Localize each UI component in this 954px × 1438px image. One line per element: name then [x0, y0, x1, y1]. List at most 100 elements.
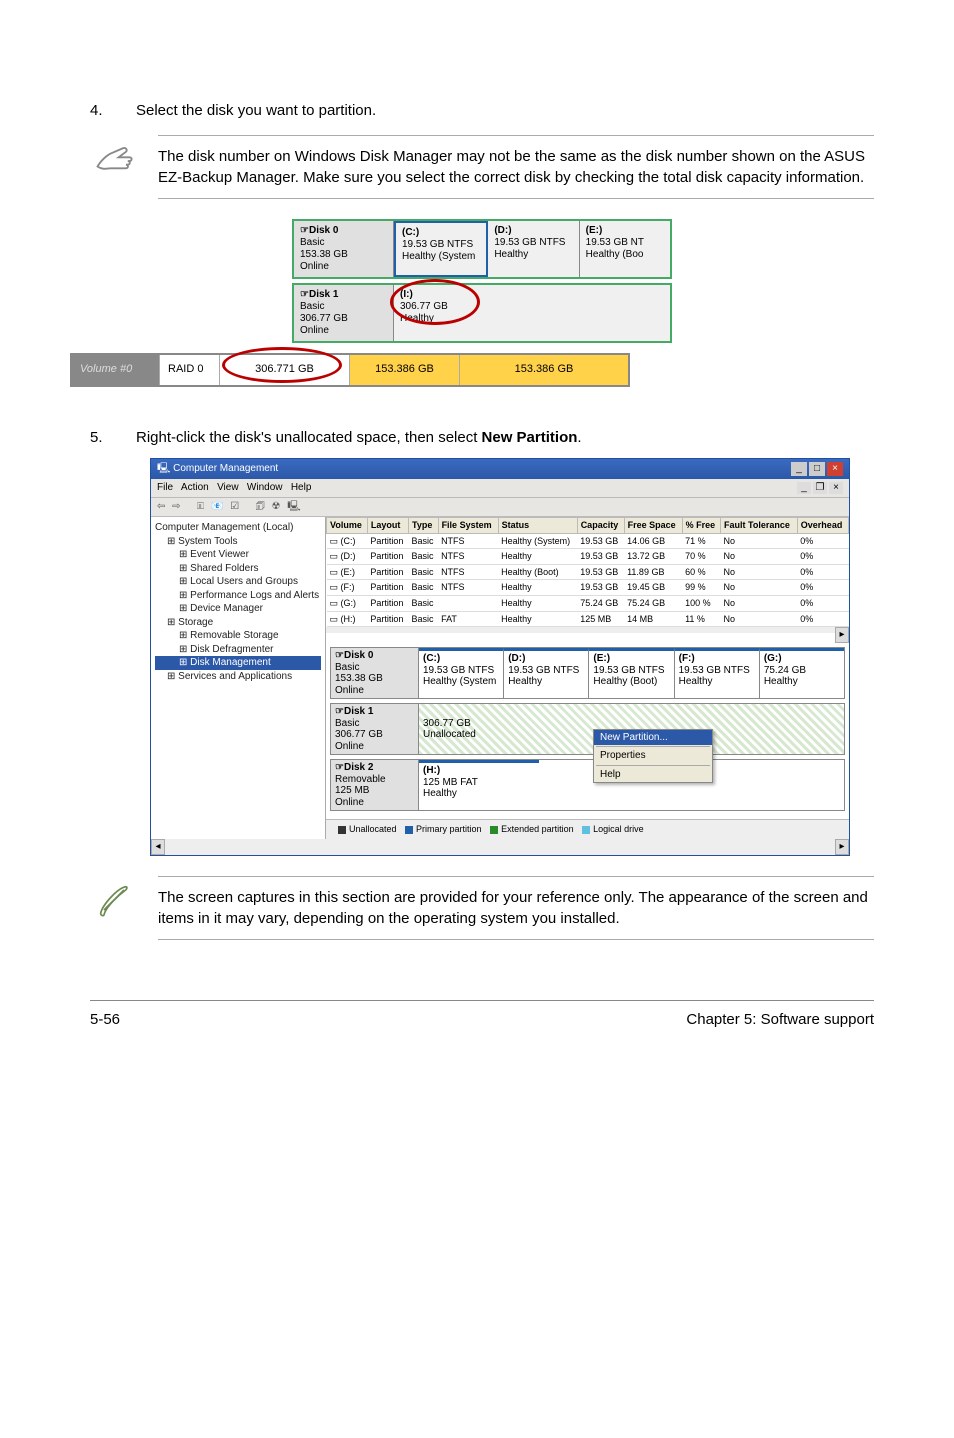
table-cell: 11.89 GB: [624, 564, 682, 580]
tree-item[interactable]: ⊞ Disk Management: [155, 656, 321, 670]
table-cell: No: [721, 549, 798, 565]
raid-bar: Volume #0 RAID 0 306.771 GB 153.386 GB 1…: [70, 353, 630, 387]
table-cell: NTFS: [438, 533, 498, 549]
table-col[interactable]: Free Space: [624, 518, 682, 534]
table-col[interactable]: Status: [498, 518, 577, 534]
table-cell: ▭ (C:): [327, 533, 368, 549]
close-button[interactable]: ×: [827, 462, 843, 476]
partition-status: Healthy: [494, 249, 528, 260]
mdi-restore-button[interactable]: ❐: [813, 482, 827, 494]
tree-item[interactable]: ⊞ Removable Storage: [155, 629, 321, 643]
disk-size: 153.38 GB: [300, 249, 348, 260]
table-cell: No: [721, 564, 798, 580]
partition-d[interactable]: (D:) 19.53 GB NTFS Healthy: [488, 221, 579, 277]
table-col[interactable]: Type: [409, 518, 439, 534]
minimize-button[interactable]: _: [791, 462, 807, 476]
table-col[interactable]: % Free: [682, 518, 720, 534]
step-4: 4. Select the disk you want to partition…: [90, 100, 874, 121]
menu-file[interactable]: File: [157, 482, 173, 493]
nav-tree[interactable]: Computer Management (Local)⊞ System Tool…: [151, 517, 326, 839]
partition-c[interactable]: (C:) 19.53 GB NTFS Healthy (System: [394, 221, 488, 277]
table-row[interactable]: ▭ (F:)PartitionBasicNTFSHealthy19.53 GB1…: [327, 580, 849, 596]
table-cell: 0%: [797, 564, 848, 580]
table-row[interactable]: ▭ (H:)PartitionBasicFATHealthy125 MB14 M…: [327, 611, 849, 627]
partition-i[interactable]: (I:) 306.77 GB Healthy: [394, 285, 670, 341]
step-5: 5. Right-click the disk's unallocated sp…: [90, 427, 874, 448]
legend-label: Logical drive: [593, 824, 644, 834]
tree-item[interactable]: ⊞ System Tools: [155, 535, 321, 549]
table-col[interactable]: Fault Tolerance: [721, 518, 798, 534]
tree-item[interactable]: ⊞ Shared Folders: [155, 562, 321, 576]
scroll-left-button[interactable]: ◂: [151, 839, 165, 855]
disk-1-row: ☞Disk 1 Basic 306.77 GB Online 306.77 GB…: [330, 703, 845, 755]
partition-e[interactable]: (E:) 19.53 GB NT Healthy (Boo: [580, 221, 670, 277]
table-cell: 60 %: [682, 564, 720, 580]
window-title: 🖳 Computer Management: [157, 462, 278, 476]
table-row[interactable]: ▭ (C:)PartitionBasicNTFSHealthy (System)…: [327, 533, 849, 549]
partition-f[interactable]: (F:)19.53 GB NTFSHealthy: [675, 648, 760, 698]
table-col[interactable]: File System: [438, 518, 498, 534]
tree-item[interactable]: ⊞ Local Users and Groups: [155, 575, 321, 589]
note-block-2: The screen captures in this section are …: [90, 876, 874, 940]
table-cell: 19.53 GB: [577, 564, 624, 580]
mdi-close-button[interactable]: ×: [829, 482, 843, 494]
table-cell: 71 %: [682, 533, 720, 549]
unallocated-space[interactable]: 306.77 GB Unallocated New Partition... P…: [419, 704, 844, 754]
disk-type: Basic: [300, 301, 324, 312]
step-text: Select the disk you want to partition.: [136, 100, 874, 121]
disk-2-row: ☞Disk 2 Removable 125 MB Online (H:)125 …: [330, 759, 845, 811]
table-cell: 19.45 GB: [624, 580, 682, 596]
table-row[interactable]: ▭ (D:)PartitionBasicNTFSHealthy19.53 GB1…: [327, 549, 849, 565]
table-cell: Healthy: [498, 549, 577, 565]
disk-header: ☞Disk 0 Basic 153.38 GB Online: [331, 648, 419, 698]
maximize-button[interactable]: □: [809, 462, 825, 476]
tree-item[interactable]: ⊞ Performance Logs and Alerts: [155, 589, 321, 603]
tree-item[interactable]: ⊞ Device Manager: [155, 602, 321, 616]
partition-size: 19.53 GB NT: [586, 237, 644, 248]
table-cell: Healthy (Boot): [498, 564, 577, 580]
partition-h[interactable]: (H:)125 MB FATHealthy: [419, 760, 539, 810]
table-row[interactable]: ▭ (G:)PartitionBasicHealthy75.24 GB75.24…: [327, 595, 849, 611]
context-help[interactable]: Help: [594, 767, 712, 783]
mdi-buttons: _❐×: [795, 481, 843, 495]
content-pane: VolumeLayoutTypeFile SystemStatusCapacit…: [326, 517, 849, 839]
table-cell: 125 MB: [577, 611, 624, 627]
title-bar[interactable]: 🖳 Computer Management _□×: [151, 459, 849, 479]
tree-item[interactable]: ⊞ Services and Applications: [155, 670, 321, 684]
scroll-right-button[interactable]: ▸: [835, 839, 849, 855]
table-cell: Healthy: [498, 595, 577, 611]
context-properties[interactable]: Properties: [594, 748, 712, 764]
scroll-right-button[interactable]: ▸: [835, 627, 849, 643]
hand-icon: [90, 135, 138, 198]
table-col[interactable]: Capacity: [577, 518, 624, 534]
computer-management-window: 🖳 Computer Management _□× File Action Vi…: [150, 458, 850, 856]
partition-d[interactable]: (D:)19.53 GB NTFSHealthy: [504, 648, 589, 698]
table-cell: ▭ (E:): [327, 564, 368, 580]
tree-item[interactable]: Computer Management (Local): [155, 521, 321, 535]
menu-view[interactable]: View: [217, 482, 239, 493]
tree-item[interactable]: ⊞ Event Viewer: [155, 548, 321, 562]
window-body: Computer Management (Local)⊞ System Tool…: [151, 517, 849, 839]
partition-e[interactable]: (E:)19.53 GB NTFSHealthy (Boot): [589, 648, 674, 698]
mdi-minimize-button[interactable]: _: [797, 482, 811, 494]
step-text: Right-click the disk's unallocated space…: [136, 427, 874, 448]
partition-c[interactable]: (C:)19.53 GB NTFSHealthy (System: [419, 648, 504, 698]
note-text: The disk number on Windows Disk Manager …: [158, 135, 874, 199]
table-cell: No: [721, 611, 798, 627]
table-cell: [438, 595, 498, 611]
table-col[interactable]: Overhead: [797, 518, 848, 534]
disk-graphic-area: ☞Disk 0 Basic 153.38 GB Online (C:)19.53…: [326, 643, 849, 819]
table-col[interactable]: Volume: [327, 518, 368, 534]
partition-g[interactable]: (G:)75.24 GBHealthy: [760, 648, 844, 698]
table-cell: No: [721, 580, 798, 596]
table-col[interactable]: Layout: [367, 518, 408, 534]
page-number: 5-56: [90, 1009, 120, 1030]
tree-item[interactable]: ⊞ Storage: [155, 616, 321, 630]
menu-window[interactable]: Window: [247, 482, 283, 493]
table-row[interactable]: ▭ (E:)PartitionBasicNTFSHealthy (Boot)19…: [327, 564, 849, 580]
tree-item[interactable]: ⊞ Disk Defragmenter: [155, 643, 321, 657]
menu-help[interactable]: Help: [291, 482, 312, 493]
table-cell: Partition: [367, 564, 408, 580]
menu-action[interactable]: Action: [181, 482, 209, 493]
context-new-partition[interactable]: New Partition...: [594, 730, 712, 746]
